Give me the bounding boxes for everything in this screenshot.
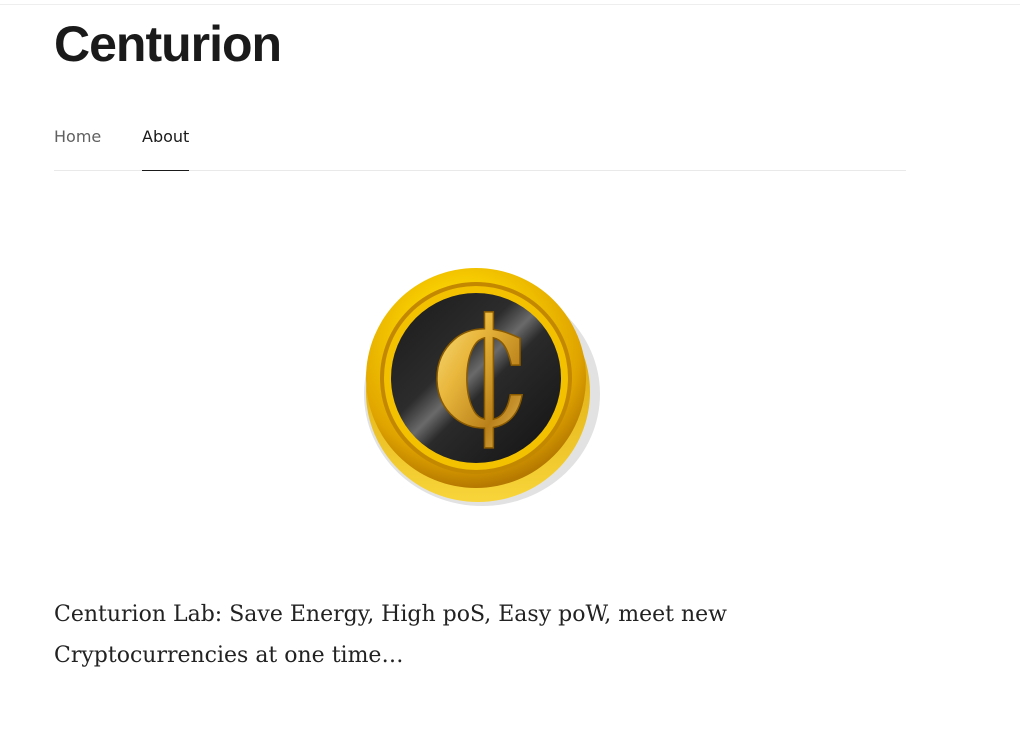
coin-symbol: ₵ [425,286,529,462]
centurion-coin-icon: ₵ [356,252,602,508]
site-title[interactable]: Centurion [54,14,282,74]
nav-item-home[interactable]: Home [54,118,101,170]
top-divider [0,4,1020,5]
intro-paragraph: Centurion Lab: Save Energy, High poS, Ea… [54,602,727,668]
primary-nav: Home About [54,118,906,171]
nav-item-about[interactable]: About [142,118,190,171]
